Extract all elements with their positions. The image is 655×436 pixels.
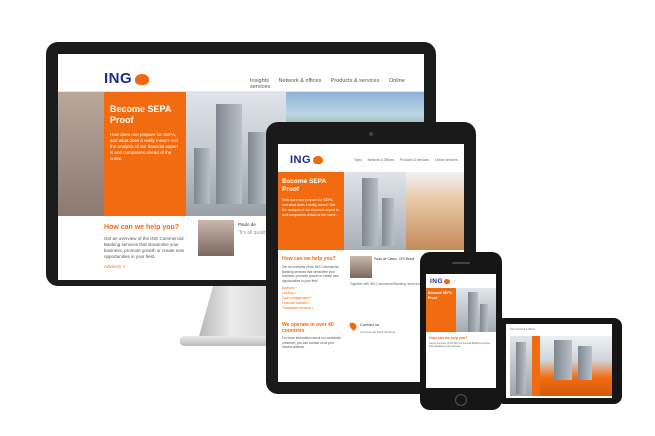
nav-item-products[interactable]: Products & services bbox=[400, 158, 429, 162]
help-text: Get an overview of the ING Commercial Ba… bbox=[429, 342, 490, 349]
hero-city-photo bbox=[456, 288, 496, 332]
ing-logo[interactable]: ING bbox=[430, 278, 451, 285]
lion-icon bbox=[444, 278, 451, 284]
operate-title: We operate in over 40 countries bbox=[282, 322, 334, 334]
hero-title: Become SEPA Proof bbox=[110, 104, 172, 125]
tower-shape bbox=[216, 104, 242, 204]
nav-item-online[interactable]: Online services bbox=[250, 78, 405, 90]
phone-device: ING ≡ Become SEPA Proof How can we help … bbox=[420, 252, 502, 410]
ing-logo[interactable]: ING bbox=[290, 154, 324, 166]
tower-shape bbox=[468, 292, 478, 332]
nav-item-topic[interactable]: Topic bbox=[354, 158, 362, 162]
hero-building-photo bbox=[58, 92, 104, 216]
nav-item-topic[interactable]: Topic bbox=[510, 328, 516, 331]
building-photo bbox=[540, 336, 612, 396]
help-title: How can we help you? bbox=[429, 336, 468, 340]
operate-text: For more information about our worldwide… bbox=[282, 336, 341, 349]
brand-name: ING bbox=[430, 278, 444, 285]
help-title: How can we help you? bbox=[282, 256, 336, 262]
hero-title: Become SEPA Proof bbox=[282, 178, 327, 193]
city-photo bbox=[510, 336, 532, 396]
tower-shape bbox=[194, 148, 210, 204]
camera-icon bbox=[369, 132, 373, 136]
hero-text: How does one prepare for SEPA, and what … bbox=[110, 132, 179, 161]
tower-shape bbox=[362, 178, 378, 246]
desktop-nav: Insights Network & offices Products & se… bbox=[250, 78, 424, 90]
brand-name: ING bbox=[104, 70, 133, 87]
nav-item-network[interactable]: Network & offices bbox=[279, 78, 322, 84]
brand-name: ING bbox=[290, 154, 312, 166]
tower-shape bbox=[516, 342, 526, 394]
help-text: Get an overview of the ING Commercial Ba… bbox=[104, 236, 185, 259]
ing-logo[interactable]: ING bbox=[104, 70, 150, 87]
contact-title[interactable]: Contact us bbox=[360, 322, 379, 327]
tablet-nav: Topic Network & Offices Products & servi… bbox=[354, 158, 462, 162]
person-photo bbox=[198, 220, 234, 256]
hero-person-photo bbox=[406, 172, 464, 250]
lion-icon bbox=[135, 73, 150, 85]
landscape-phone-device: Topic Network & Offices bbox=[496, 318, 622, 404]
tower-shape bbox=[578, 346, 592, 380]
orange-panel bbox=[532, 336, 540, 396]
person-photo bbox=[350, 256, 372, 278]
landscape-nav: Topic Network & Offices bbox=[510, 328, 535, 331]
nav-item-network[interactable]: Network & Offices bbox=[516, 328, 535, 331]
link-transaction-services[interactable]: Transaction services » bbox=[282, 306, 314, 311]
hero-title: Become SEPA Proof bbox=[428, 291, 452, 300]
menu-icon[interactable]: ≡ bbox=[454, 280, 455, 283]
tower-shape bbox=[480, 304, 488, 332]
person-name: Paulo de Castro, CFO Brazil bbox=[374, 257, 415, 261]
nav-item-products[interactable]: Products & services bbox=[331, 78, 380, 84]
tower-shape bbox=[382, 198, 394, 246]
tower-shape bbox=[248, 132, 266, 204]
help-text: Get an overview of the ING Commercial Ba… bbox=[282, 265, 339, 283]
home-button[interactable] bbox=[455, 394, 467, 406]
phone-screen: ING ≡ Become SEPA Proof How can we help … bbox=[426, 274, 496, 388]
nav-item-network[interactable]: Network & Offices bbox=[368, 158, 394, 162]
lion-icon bbox=[313, 156, 324, 165]
landscape-screen: Topic Network & Offices bbox=[506, 324, 612, 398]
service-links: Advisory » Lending » Cash management » F… bbox=[282, 286, 314, 311]
hero-text: How does one prepare for SEPA, and what … bbox=[282, 198, 339, 217]
help-title: How can we help you? bbox=[104, 224, 180, 231]
nav-item-online[interactable]: Online services bbox=[435, 158, 458, 162]
person-name: Paulo de bbox=[238, 222, 256, 227]
contact-text: Commercial Bank Building bbox=[360, 330, 396, 334]
speaker-icon bbox=[452, 262, 470, 264]
hero-city-photo bbox=[344, 172, 406, 250]
tower-shape bbox=[554, 340, 572, 380]
advisory-link[interactable]: Advisory » bbox=[104, 264, 125, 269]
device-showcase: ING Insights Network & offices Products … bbox=[0, 0, 655, 436]
map-pin-icon bbox=[348, 321, 358, 331]
